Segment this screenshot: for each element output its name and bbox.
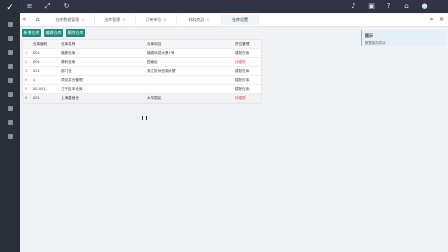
search-icon[interactable] [0,131,20,141]
table-row[interactable]: 2 001 原料仓库 园南区 待建账 [23,58,261,67]
table-row[interactable]: 6 001 上海直营仓 大华园区 待建账 [23,94,261,103]
close-icon[interactable]: × [122,17,125,22]
notification-title: 提示 [365,33,373,38]
edit-warehouse-button[interactable]: 编辑仓库 [44,29,63,37]
warehouse-address: 浙江杭州西湖大厦 [147,69,176,73]
status-text: 建账在库 [235,69,250,73]
status-text: 待建账 [235,60,246,64]
document-icon[interactable] [0,47,20,57]
warehouse-address: 园南区 [147,60,158,64]
notification-toast[interactable]: 提示 数据保存成功 [361,30,446,46]
row-number: 3 [25,69,28,73]
status-text: 建账在库 [235,51,250,55]
warehouse-address [147,85,233,93]
menu-icon[interactable] [0,33,20,43]
tab-outbound[interactable]: 出库管理 × [95,15,136,25]
warehouse-code: 021 [33,69,40,73]
refresh-icon[interactable]: ↻ [63,3,70,10]
delete-warehouse-button[interactable]: 删除仓库 [66,29,85,37]
tab-order-unit[interactable]: 订单单位 × [136,15,177,25]
tab-label: 订单单位 [145,17,162,22]
tab-warehouse-data[interactable]: 仓库数据管理 × [46,15,95,25]
warehouse-address [147,76,233,84]
tab-label: 仓库设置 [232,17,248,22]
warehouse-code: 001 [33,51,40,55]
notification-message: 数据保存成功 [365,41,386,45]
table-header: 仓库编码 仓库名称 仓库地址 货位管理 [23,40,261,49]
table-row[interactable]: 5 00-001 江干区本仓库 建账在库 [23,85,261,94]
sidebar: ✓ [0,0,20,252]
row-number: 2 [25,60,28,64]
cart-icon[interactable]: ▣ [368,3,375,10]
row-number: 4 [25,78,28,82]
tab-label: 出库管理 [104,17,121,22]
warehouse-name: 部门仓 [61,69,72,73]
row-number: 6 [25,96,28,100]
warehouse-code: 001 [33,60,40,64]
fullscreen-icon[interactable]: ⤢ [44,3,51,10]
tabs-bar: « ⌂ 仓库数据管理 × 出库管理 × 订单单位 × 材料商品 × 仓库设置 » ✕ [20,14,448,27]
status-text: 待建账 [235,96,246,100]
warehouse-name: 原料仓库 [61,60,76,64]
warehouse-name: 上海直营仓 [61,96,79,100]
tabs-next-icon[interactable]: » [427,15,436,25]
close-icon[interactable]: × [163,17,166,22]
warehouse-code: 1 [33,78,36,82]
warehouse-table: 仓库编码 仓库名称 仓库地址 货位管理 1 001 福费仓库 福费科技大厦1号 … [22,39,262,104]
list-icon[interactable] [0,103,20,113]
close-icon[interactable]: × [81,17,84,22]
help-icon[interactable]: ? [385,3,392,10]
tab-materials[interactable]: 材料商品 × [177,15,222,25]
warehouse-address: 大华园区 [147,96,162,100]
tabs-prev-icon[interactable]: « [20,15,29,25]
table-row[interactable]: 3 021 部门仓 浙江杭州西湖大厦 建账在库 [23,67,261,76]
folder-icon[interactable] [0,61,20,71]
column-header[interactable]: 仓库地址 [147,40,233,48]
row-number: 1 [25,51,28,55]
add-warehouse-button[interactable]: 新增仓库 [22,29,41,37]
warehouse-address: 福费科技大厦1号 [147,51,175,55]
warehouse-name: 福费仓库 [61,51,76,55]
table-row[interactable]: 1 001 福费仓库 福费科技大厦1号 建账在库 [23,49,261,58]
warehouse-name: 江干区本仓库 [61,87,83,91]
gauge-icon[interactable] [0,117,20,127]
column-header[interactable]: 货位管理 [235,40,259,48]
chart-icon[interactable] [0,89,20,99]
close-icon[interactable]: × [206,17,209,22]
tabs-close-icon[interactable]: ✕ [437,15,446,25]
column-header[interactable]: 仓库编码 [33,40,57,48]
home-icon[interactable]: ⌂ [403,3,410,10]
grid-icon[interactable] [0,19,20,29]
warehouse-code: 001 [33,96,40,100]
menu-toggle-icon[interactable]: ≡ [26,3,33,10]
column-header[interactable]: 仓库名称 [61,40,141,48]
settings-icon[interactable] [0,75,20,85]
warehouse-code: 00-001 [33,87,46,91]
warehouse-name: 项目并仓管理 [61,78,83,82]
column-header [25,40,31,48]
tab-label: 材料商品 [188,17,205,22]
tab-warehouse-settings[interactable]: 仓库设置 [222,15,259,25]
tab-label: 仓库数据管理 [55,17,80,22]
top-navbar: ≡ ⤢ ↻ ♪ ▣ ? ⌂ ● [20,0,448,13]
checkmark-logo-icon[interactable]: ✓ [5,3,15,13]
user-icon[interactable]: ● [421,3,428,10]
status-text: 建账在库 [235,87,250,91]
text-cursor-icon [142,116,147,120]
table-row[interactable]: 4 1 项目并仓管理 建账在库 [23,76,261,85]
home-tab-icon[interactable]: ⌂ [33,15,42,25]
row-number: 5 [25,87,28,91]
status-text: 建账在库 [235,78,250,82]
bell-icon[interactable]: ♪ [350,3,357,10]
